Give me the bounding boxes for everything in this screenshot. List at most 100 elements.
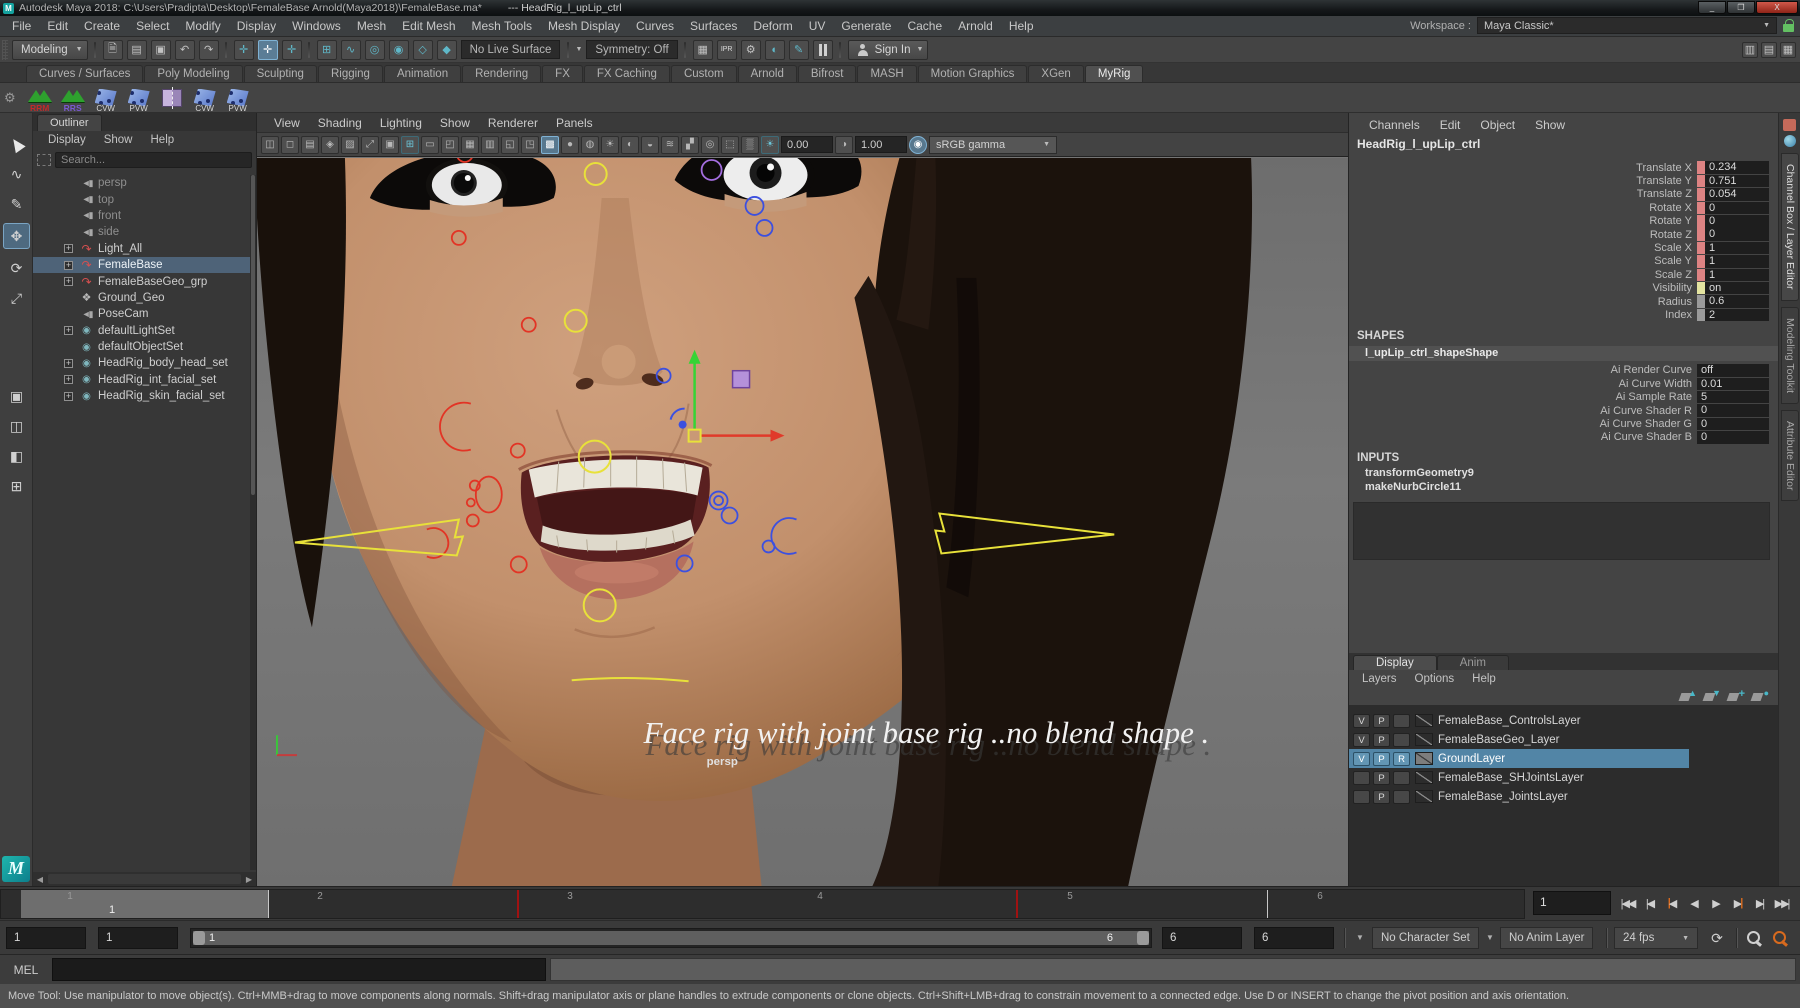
playback-loop-icon[interactable]: ⟳ — [1706, 928, 1728, 948]
open-scene-icon[interactable]: ▤ — [126, 39, 147, 60]
menu-item[interactable]: Surfaces — [682, 19, 745, 33]
pane-with-outliner-layout-icon[interactable]: ◧ — [3, 443, 30, 469]
menu-item[interactable]: Curves — [628, 19, 682, 33]
move-layer-down-icon[interactable] — [1704, 688, 1721, 703]
pause-viewport-icon[interactable] — [812, 39, 833, 60]
two-pane-layout-icon[interactable]: ◫ — [3, 413, 30, 439]
create-layer-from-selected-icon[interactable] — [1752, 688, 1769, 703]
outliner-item[interactable]: + defaultLightSet — [33, 323, 250, 339]
menu-item[interactable]: File — [4, 19, 39, 33]
close-button[interactable]: X — [1756, 1, 1798, 14]
command-input[interactable] — [52, 958, 546, 981]
animation-end-field[interactable]: 6 — [1254, 927, 1334, 949]
chevron-down-icon[interactable]: ▼ — [575, 46, 582, 53]
snap-view-plane-icon[interactable]: ◇ — [412, 39, 433, 60]
play-backwards-button[interactable]: ◀ — [1683, 890, 1704, 916]
tab-attribute-editor[interactable]: Attribute Editor — [1781, 409, 1799, 502]
range-slider-track[interactable]: 1 6 — [190, 928, 1152, 948]
select-object-icon[interactable]: ✛ — [257, 39, 278, 60]
time-slider-track[interactable]: 1 123456 — [0, 889, 1525, 919]
tab-display[interactable]: Display — [1353, 655, 1437, 670]
depth-of-field-icon[interactable]: ◎ — [701, 135, 719, 154]
color-management-toggle-icon[interactable]: ◉ — [909, 135, 927, 154]
outliner-item[interactable]: + PoseCam — [33, 306, 250, 322]
menu-item[interactable]: Windows — [284, 19, 349, 33]
section-divider[interactable] — [92, 40, 99, 60]
render-settings-icon[interactable]: ⚙ — [740, 39, 761, 60]
layer-visibility-toggle[interactable]: V — [1353, 751, 1370, 766]
snap-grid-icon[interactable]: ⊞ — [316, 39, 337, 60]
snap-curve-icon[interactable]: ∿ — [340, 39, 361, 60]
shelf-tab[interactable]: Curves / Surfaces — [26, 65, 144, 82]
minimize-button[interactable]: _ — [1698, 1, 1726, 14]
channel-box-menu-item[interactable]: Object — [1470, 118, 1525, 132]
range-end-handle[interactable] — [1137, 931, 1149, 945]
outliner-item[interactable]: + FemaleBase — [33, 256, 250, 274]
section-divider[interactable] — [682, 40, 689, 60]
viewport-menu-item[interactable]: Show — [431, 116, 479, 130]
snap-projected-center-icon[interactable]: ◉ — [388, 39, 409, 60]
shelf-tab[interactable]: Rigging — [317, 65, 383, 82]
screen-space-ao-icon[interactable]: ◒ — [641, 135, 659, 154]
title-bar[interactable]: M Autodesk Maya 2018: C:\Users\Pradipta\… — [0, 0, 1800, 16]
bookmark-icon[interactable]: ◈ — [321, 135, 339, 154]
redo-icon[interactable]: ↷ — [198, 39, 219, 60]
camera-attributes-icon[interactable]: ▤ — [301, 135, 319, 154]
select-hierarchy-icon[interactable]: ✛ — [233, 39, 254, 60]
render-icon[interactable]: ▦ — [692, 39, 713, 60]
expand-icon[interactable]: + — [64, 277, 73, 287]
shelf-tab[interactable]: Rendering — [462, 65, 542, 82]
shelf-item-pvw-2[interactable]: PVW — [223, 84, 253, 113]
menu-item[interactable]: Cache — [899, 19, 950, 33]
playback-start-field[interactable]: 1 — [98, 927, 178, 949]
outliner-item[interactable]: + HeadRig_int_facial_set — [33, 372, 250, 388]
menu-item[interactable]: Mesh — [349, 19, 394, 33]
scroll-left-icon[interactable]: ◀ — [33, 875, 47, 884]
restore-button[interactable]: ❐ — [1727, 1, 1755, 14]
view-transform-dropdown[interactable]: sRGB gamma ▼ — [929, 135, 1057, 154]
range-slider-bar[interactable]: 1 6 — [193, 931, 1149, 945]
attribute-value-field[interactable]: 0 — [1697, 431, 1769, 444]
move-layer-up-icon[interactable] — [1680, 688, 1697, 703]
menu-item[interactable]: Modify — [177, 19, 228, 33]
drag-handle[interactable] — [2, 39, 8, 60]
layer-visibility-toggle[interactable] — [1353, 789, 1370, 804]
auto-keyframe-icon[interactable] — [1772, 930, 1788, 946]
shelf-tab[interactable]: Custom — [670, 65, 737, 82]
viewport-menu-item[interactable]: Shading — [309, 116, 371, 130]
expand-icon[interactable]: + — [64, 391, 73, 401]
gate-mask-icon[interactable]: ▦ — [461, 135, 479, 154]
select-camera-icon[interactable]: ◫ — [261, 135, 279, 154]
move-tool-icon[interactable]: ✥ — [3, 223, 30, 249]
film-gate-icon[interactable]: ▭ — [421, 135, 439, 154]
save-scene-icon[interactable]: ▣ — [150, 39, 171, 60]
new-scene-icon[interactable]: 🗎 — [102, 39, 123, 60]
outliner-vertical-scrollbar[interactable] — [250, 175, 256, 870]
outliner-item[interactable]: + defaultObjectSet — [33, 339, 250, 355]
shape-node-name[interactable]: l_upLip_ctrl_shapeShape — [1349, 345, 1778, 361]
textured-display-icon[interactable]: ◍ — [581, 135, 599, 154]
toggle-tool-settings-icon[interactable]: ▤ — [1761, 41, 1777, 58]
menu-item[interactable]: Arnold — [950, 19, 1001, 33]
layer-display-type-toggle[interactable]: R — [1393, 751, 1410, 766]
menu-item[interactable]: Display — [229, 19, 284, 33]
expand-icon[interactable]: + — [64, 326, 73, 336]
outliner-item[interactable]: + Ground_Geo — [33, 290, 250, 306]
section-divider[interactable] — [223, 40, 230, 60]
layer-playback-toggle[interactable]: P — [1373, 789, 1390, 804]
scale-tool-icon[interactable]: ⤢ — [3, 285, 30, 311]
attribute-value-field[interactable]: 0.234 — [1705, 161, 1769, 174]
layer-playback-toggle[interactable]: P — [1373, 751, 1390, 766]
outliner-item[interactable]: + HeadRig_skin_facial_set — [33, 388, 250, 404]
shelf-tab[interactable]: FX Caching — [583, 65, 670, 82]
shelf-tab[interactable]: Sculpting — [243, 65, 317, 82]
symmetry-field[interactable]: Symmetry: Off — [586, 40, 678, 59]
attribute-value-field[interactable]: 0.751 — [1705, 174, 1769, 188]
attribute-value-field[interactable]: 0 — [1705, 215, 1769, 228]
outliner-item[interactable]: + persp — [33, 175, 250, 191]
paint-select-tool-icon[interactable]: ✎ — [3, 191, 30, 217]
go-to-end-button[interactable]: ▶▶| — [1771, 890, 1792, 916]
viewport-menu-item[interactable]: Lighting — [371, 116, 431, 130]
play-forwards-button[interactable]: ▶ — [1705, 890, 1726, 916]
toggle-attribute-editor-icon[interactable]: ▥ — [1742, 41, 1758, 58]
